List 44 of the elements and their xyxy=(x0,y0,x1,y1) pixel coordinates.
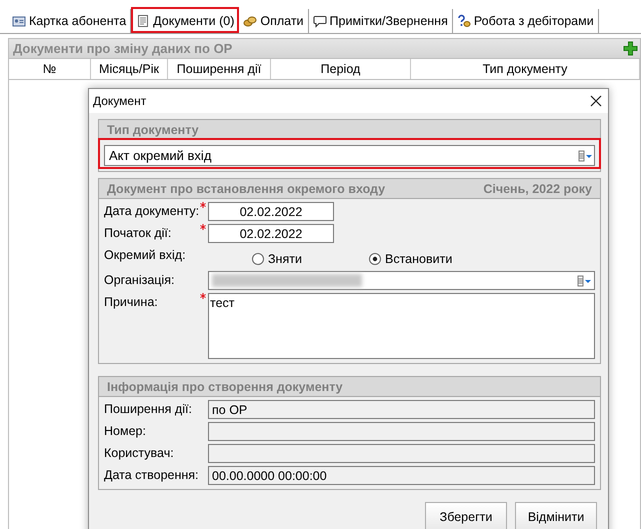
dropdown-icon[interactable] xyxy=(578,150,592,162)
radio-button[interactable] xyxy=(369,253,381,265)
field-label: Організація: xyxy=(104,272,176,289)
coins-icon xyxy=(243,14,258,28)
field-label: Початок дії: xyxy=(104,225,172,242)
organization-field[interactable] xyxy=(208,271,595,290)
section-title: Тип документу xyxy=(107,122,199,136)
document-type-field[interactable]: Акт окремий вхід xyxy=(104,145,595,166)
readonly-field: 00.00.0000 00:00:00 xyxy=(208,466,595,485)
reason-field[interactable]: тест xyxy=(208,293,595,359)
cancel-button[interactable]: Відмінити xyxy=(515,502,597,529)
column-header[interactable]: Поширення дії xyxy=(168,59,271,79)
section-title: Документ про встановлення окремого входу xyxy=(107,182,386,196)
column-header[interactable]: Тип документу xyxy=(411,59,640,79)
question-coins-icon xyxy=(456,14,471,28)
tab[interactable]: Примітки/Звернення xyxy=(308,9,453,33)
field-label: Дата документу: xyxy=(104,203,200,220)
panel-title: Документи про зміну даних по ОР xyxy=(13,41,232,56)
close-icon[interactable] xyxy=(590,95,602,107)
id-card-icon xyxy=(12,14,26,28)
field-label: Номер: xyxy=(104,423,147,440)
radio-button[interactable] xyxy=(252,253,264,265)
save-button[interactable]: Зберегти xyxy=(425,502,507,529)
field-label: Дата створення: xyxy=(104,467,200,484)
readonly-field: по ОР xyxy=(208,400,595,419)
section-title: Інформація про створення документу xyxy=(107,380,343,394)
column-header[interactable]: № xyxy=(9,59,91,79)
radio-label: Встановити xyxy=(385,251,452,268)
document-icon xyxy=(136,14,150,28)
column-header[interactable]: Період xyxy=(271,59,411,79)
field-label: Користувач: xyxy=(104,445,175,462)
field-label: Причина: xyxy=(104,294,159,311)
field-label: Поширення дії: xyxy=(104,401,193,418)
dialog-title: Документ xyxy=(93,94,146,108)
period-label: Січень, 2022 року xyxy=(483,182,592,196)
speech-bubble-icon xyxy=(312,14,327,28)
tab[interactable]: Документи (0) xyxy=(131,7,240,33)
field-label: Окремий вхід: xyxy=(104,247,187,264)
date-field[interactable]: 02.02.2022 xyxy=(208,224,334,243)
date-field[interactable]: 02.02.2022 xyxy=(208,202,334,221)
column-header[interactable]: Місяць/Рік xyxy=(91,59,168,79)
add-icon[interactable] xyxy=(623,41,638,56)
dropdown-icon[interactable] xyxy=(577,274,591,286)
radio-label: Зняти xyxy=(268,251,302,268)
